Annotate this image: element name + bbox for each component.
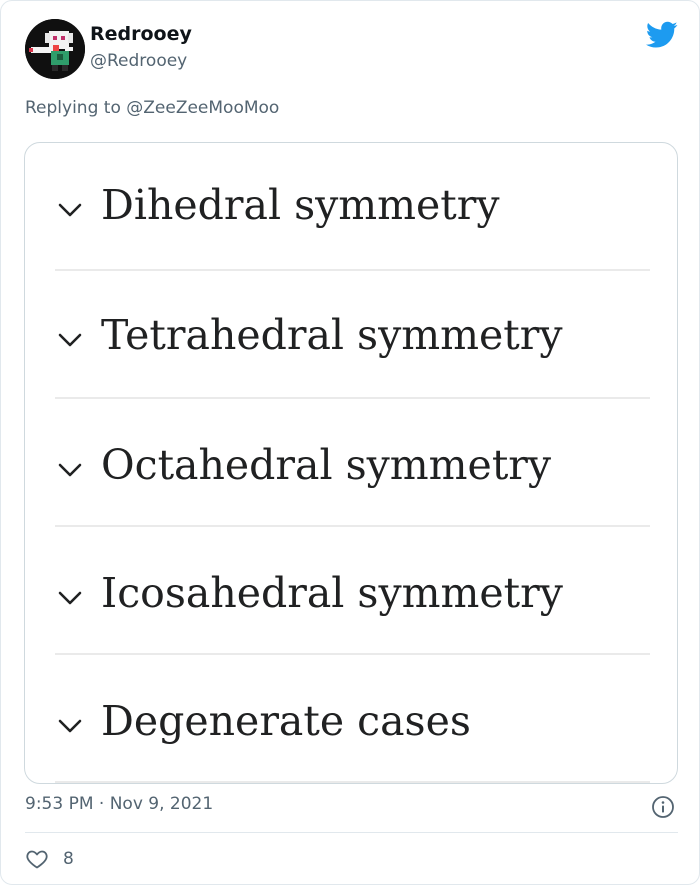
tweet-timestamp[interactable]: 9:53 PM · Nov 9, 2021: [25, 794, 213, 814]
section-degenerate-cases: Degenerate cases: [55, 655, 650, 783]
author-name[interactable]: Redrooey: [90, 23, 192, 45]
tweet-card: Redrooey @Redrooey Replying to @ZeeZeeMo…: [0, 0, 700, 885]
info-icon[interactable]: [651, 795, 675, 819]
attached-image[interactable]: Dihedral symmetry Tetrahedral symmetry O…: [24, 142, 678, 784]
section-label: Icosahedral symmetry: [101, 569, 563, 617]
avatar[interactable]: [25, 19, 85, 79]
section-dihedral-symmetry: Dihedral symmetry: [55, 143, 650, 271]
replying-to-mention[interactable]: @ZeeZeeMooMoo: [126, 98, 279, 118]
chevron-down-icon: [58, 591, 82, 605]
divider: [25, 832, 678, 833]
section-label: Degenerate cases: [101, 697, 471, 745]
like-button[interactable]: 8: [25, 846, 74, 872]
chevron-down-icon: [58, 333, 82, 347]
replying-prefix: Replying to: [25, 98, 121, 118]
like-count: 8: [63, 849, 74, 869]
section-tetrahedral-symmetry: Tetrahedral symmetry: [55, 271, 650, 399]
chevron-down-icon: [58, 719, 82, 733]
section-octahedral-symmetry: Octahedral symmetry: [55, 399, 650, 527]
replying-to-line: Replying to @ZeeZeeMooMoo: [25, 98, 279, 118]
section-label: Tetrahedral symmetry: [101, 311, 563, 359]
heart-icon: [26, 850, 48, 869]
chevron-down-icon: [58, 463, 82, 477]
avatar-pixel-art-icon: [25, 19, 85, 79]
author-handle[interactable]: @Redrooey: [90, 51, 187, 71]
section-label: Octahedral symmetry: [101, 441, 552, 489]
chevron-down-icon: [58, 203, 82, 217]
twitter-bird-icon[interactable]: [646, 21, 678, 49]
section-label: Dihedral symmetry: [101, 181, 500, 229]
section-icosahedral-symmetry: Icosahedral symmetry: [55, 527, 650, 655]
